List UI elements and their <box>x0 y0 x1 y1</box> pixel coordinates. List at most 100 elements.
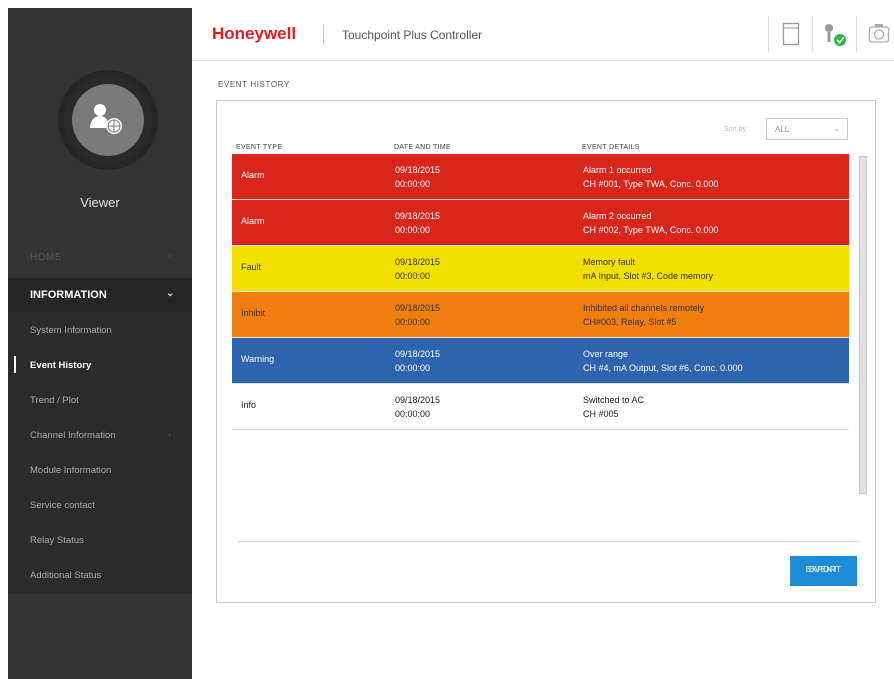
event-type: Fault <box>241 262 262 272</box>
event-details: Switched to AC CH #005 <box>583 393 644 421</box>
scrollbar-thumb[interactable] <box>860 157 866 493</box>
event-detail-line2: CH #002, Type TWA, Conc. 0.000 <box>583 225 719 235</box>
event-detail-line2: CH #001, Type TWA, Conc. 0.000 <box>583 179 719 189</box>
sidebar-item-channel-information[interactable]: Channel Information › <box>8 417 192 452</box>
event-type: Warning <box>241 354 275 364</box>
sidebar-item-label: Additional Status <box>30 570 102 581</box>
sidebar-item-event-history[interactable]: Event History <box>8 347 192 382</box>
table-row[interactable]: Alarm 09/18/2015 00:00:00 Alarm 2 occurre… <box>232 200 849 246</box>
event-time: 00:00:00 <box>395 179 431 189</box>
event-date: 09/18/2015 <box>395 257 441 267</box>
page-title: EVENT HISTORY <box>218 80 290 89</box>
information-submenu: System Information Event History Trend /… <box>8 312 192 594</box>
event-datetime: 09/18/2015 00:00:00 <box>395 163 440 191</box>
event-detail-line1: Switched to AC <box>583 395 645 405</box>
sidebar-item-label: Channel Information <box>30 430 116 441</box>
column-header-event-details[interactable]: EVENT DETAILS <box>582 144 640 151</box>
event-details: Alarm 2 occurred CH #002, Type TWA, Conc.… <box>583 209 718 237</box>
sidebar-item-relay-status[interactable]: Relay Status <box>8 522 192 557</box>
event-datetime: 09/18/2015 00:00:00 <box>395 255 440 283</box>
footer-divider <box>238 541 860 542</box>
sidebar-item-label: Event History <box>30 360 92 371</box>
table-row[interactable]: Info 09/18/2015 00:00:00 Switched to AC CH… <box>232 384 849 430</box>
column-header-date-time[interactable]: DATE AND TIME <box>394 144 451 151</box>
sidebar-item-label: Relay Status <box>30 535 84 546</box>
event-detail-line2: mA Input, Slot #3, Code memory <box>583 271 714 281</box>
event-date: 09/18/2015 <box>395 395 441 405</box>
event-date: 09/18/2015 <box>395 165 441 175</box>
export-event-button[interactable]: EXPORT EVENT <box>790 556 857 586</box>
table-row[interactable]: Inhibit 09/18/2015 00:00:00 Inhibited all… <box>232 292 849 338</box>
table-row[interactable]: Fault 09/18/2015 00:00:00 Memory fault mA … <box>232 246 849 292</box>
event-datetime: 09/18/2015 00:00:00 <box>395 393 440 421</box>
event-time: 00:00:00 <box>395 225 431 235</box>
event-datetime: 09/18/2015 00:00:00 <box>395 301 440 329</box>
document-icon[interactable] <box>782 22 800 46</box>
event-detail-line2: CH #005 <box>583 409 619 419</box>
event-time: 00:00:00 <box>395 271 431 281</box>
event-detail-line1: Alarm 1 occurred <box>583 165 652 175</box>
sidebar-item-trend-plot[interactable]: Trend / Plot <box>8 382 192 417</box>
header-divider <box>323 25 324 45</box>
event-date: 09/18/2015 <box>395 349 441 359</box>
chevron-right-icon: › <box>168 429 171 439</box>
chevron-down-icon: ⌄ <box>833 124 840 133</box>
chevron-down-icon: ⌄ <box>166 288 175 299</box>
nav-home-label: HOME <box>30 252 62 263</box>
event-details: Alarm 1 occurred CH #001, Type TWA, Conc.… <box>583 163 718 191</box>
event-time: 00:00:00 <box>395 409 431 419</box>
event-details: Memory fault mA Input, Slot #3, Code memo… <box>583 255 713 283</box>
sort-by-select[interactable]: ALL ⌄ <box>766 118 848 140</box>
sensor-ok-icon[interactable] <box>821 22 849 48</box>
event-detail-line1: Inhibited all channels remotely <box>583 303 705 313</box>
user-role: Viewer <box>80 195 120 210</box>
chevron-right-icon: › <box>168 250 172 261</box>
sidebar-item-label: Service contact <box>30 500 95 511</box>
event-datetime: 09/18/2015 00:00:00 <box>395 347 440 375</box>
sidebar-item-additional-status[interactable]: Additional Status <box>8 557 192 592</box>
export-label-line2: EVENT <box>808 565 839 574</box>
event-type: Alarm <box>241 170 265 180</box>
sidebar-item-label: System Information <box>30 325 112 336</box>
toolbar-divider <box>856 16 857 52</box>
sidebar-item-system-information[interactable]: System Information <box>8 312 192 347</box>
event-detail-line1: Alarm 2 occurred <box>583 211 652 221</box>
toolbar-divider <box>812 16 813 52</box>
event-details: Inhibited all channels remotely CH#003, R… <box>583 301 704 329</box>
event-type: Alarm <box>241 216 265 226</box>
product-title: Touchpoint Plus Controller <box>342 28 483 42</box>
table-row[interactable]: Warning 09/18/2015 00:00:00 Over range CH … <box>232 338 849 384</box>
sidebar-item-service-contact[interactable]: Service contact <box>8 487 192 522</box>
event-detail-line2: CH #4, mA Output, Slot #6, Conc. 0.000 <box>583 363 743 373</box>
event-detail-line2: CH#003, Relay, Slot #5 <box>583 317 677 327</box>
nav-information[interactable]: INFORMATION ⌄ <box>8 278 192 312</box>
sort-by-value: ALL <box>775 125 790 134</box>
event-date: 09/18/2015 <box>395 303 441 313</box>
camera-icon[interactable] <box>868 22 890 46</box>
table-scrollbar[interactable] <box>859 156 867 494</box>
user-globe-icon <box>90 104 122 134</box>
user-avatar <box>58 70 158 170</box>
event-table: Alarm 09/18/2015 00:00:00 Alarm 1 occurre… <box>232 154 849 430</box>
table-row[interactable]: Alarm 09/18/2015 00:00:00 Alarm 1 occurre… <box>232 154 849 200</box>
nav-home[interactable]: HOME › <box>8 244 192 270</box>
event-datetime: 09/18/2015 00:00:00 <box>395 209 440 237</box>
sidebar-item-label: Trend / Plot <box>30 395 79 406</box>
top-bar: Honeywell Touchpoint Plus Controller <box>192 8 894 61</box>
event-detail-line1: Memory fault <box>583 257 636 267</box>
event-time: 00:00:00 <box>395 317 431 327</box>
event-type: Info <box>241 400 257 410</box>
sort-by-label: Sort by <box>724 126 747 133</box>
event-type: Inhibit <box>241 308 266 318</box>
sidebar-item-label: Module Information <box>30 465 112 476</box>
event-time: 00:00:00 <box>395 363 431 373</box>
sidebar: Viewer HOME › INFORMATION ⌄ System Infor… <box>8 8 192 679</box>
toolbar-divider <box>768 16 769 52</box>
event-details: Over range CH #4, mA Output, Slot #6, Con… <box>583 347 743 375</box>
column-header-event-type[interactable]: EVENT TYPE <box>236 144 282 151</box>
nav-information-label: INFORMATION <box>30 289 107 301</box>
event-detail-line1: Over range <box>583 349 629 359</box>
brand-logo: Honeywell <box>212 24 297 43</box>
sidebar-item-module-information[interactable]: Module Information <box>8 452 192 487</box>
event-date: 09/18/2015 <box>395 211 441 221</box>
